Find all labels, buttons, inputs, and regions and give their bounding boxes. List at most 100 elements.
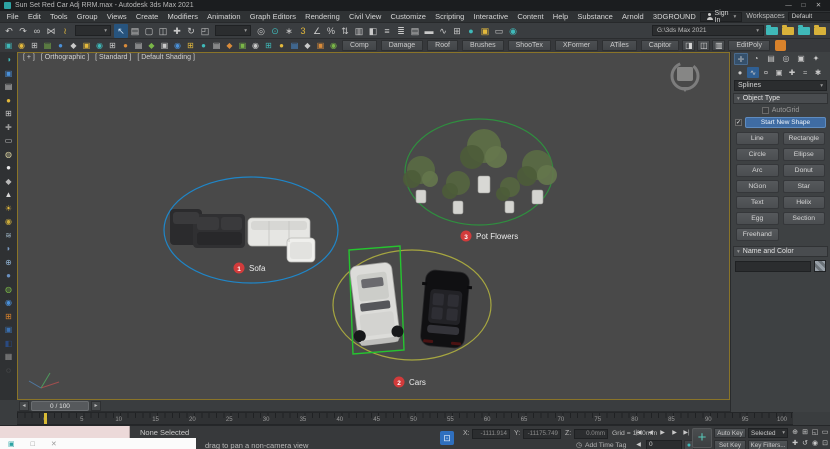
cameras-category[interactable]: ▣	[773, 67, 785, 78]
menu-rendering[interactable]: Rendering	[301, 12, 345, 21]
plugin-orange-icon[interactable]	[775, 40, 786, 51]
white-suv-object[interactable]	[345, 261, 404, 346]
plugin-tool-icon[interactable]: ◆	[301, 40, 314, 52]
maxscript-icon[interactable]: ▣	[8, 440, 15, 448]
left-tool-icon[interactable]: ●	[3, 95, 15, 107]
select-object-icon[interactable]: ↖	[114, 24, 128, 38]
motion-tab[interactable]: ◎	[779, 53, 793, 65]
select-and-rotate-icon[interactable]: ↻	[184, 24, 198, 38]
open-folder-icon[interactable]	[766, 27, 778, 35]
plugin-tool-icon[interactable]: ◉	[171, 40, 184, 52]
plugin-tool-icon[interactable]: ⊞	[28, 40, 41, 52]
plugin-tool-icon[interactable]: ▤	[288, 40, 301, 52]
plugin-tool-icon[interactable]: ◆	[223, 40, 236, 52]
menu-scripting[interactable]: Scripting	[431, 12, 469, 21]
systems-category[interactable]: ✱	[812, 67, 824, 78]
utilities-tab[interactable]: ✦	[809, 53, 823, 65]
play-button[interactable]: ▶	[657, 428, 668, 438]
x-coordinate-field[interactable]: -1111.914	[472, 429, 510, 439]
sign-in-button[interactable]: Sign In ▾	[700, 12, 742, 22]
next-frame-button[interactable]: ▶	[669, 428, 680, 438]
plugin-tool-icon[interactable]: ◆	[145, 40, 158, 52]
workspace-dropdown[interactable]: Default ▾	[788, 12, 830, 21]
plugin-button-atiles[interactable]: ATiles	[602, 40, 637, 51]
black-car-object[interactable]	[417, 269, 473, 349]
viewport[interactable]: [ + ] [ Orthographic ] [ Standard ] [ De…	[17, 52, 730, 400]
isolate-selection-toggle[interactable]: ⊡	[440, 431, 454, 445]
plugin-tool-icon[interactable]: ◉	[249, 40, 262, 52]
add-time-tag[interactable]: ◷ Add Time Tag	[576, 441, 626, 449]
left-tool-icon[interactable]: ⊕	[3, 257, 15, 269]
plugin-tool-icon[interactable]: ◉	[15, 40, 28, 52]
curve-editor-icon[interactable]: ∿	[436, 24, 450, 38]
menu-substance[interactable]: Substance	[573, 12, 618, 21]
viewport-menu-shading[interactable]: [ Default Shading ]	[137, 54, 195, 61]
go-to-start-button[interactable]: |◀	[633, 428, 644, 438]
left-tool-icon[interactable]: ◍	[3, 284, 15, 296]
import-folder-icon[interactable]	[798, 27, 810, 35]
left-tool-icon[interactable]: ⊞	[3, 108, 15, 120]
object-color-swatch[interactable]	[814, 260, 826, 272]
selection-filter-dropdown[interactable]: ▾	[75, 25, 111, 36]
left-tool-icon[interactable]: ▦	[3, 351, 15, 363]
select-and-link-icon[interactable]: ∞	[30, 24, 44, 38]
shape-button-ellipse[interactable]: Ellipse	[783, 148, 826, 161]
menu-group[interactable]: Group	[72, 12, 102, 21]
menu-3dground[interactable]: 3DGROUND	[648, 12, 700, 21]
left-tool-icon[interactable]: ●	[3, 162, 15, 174]
menu-content[interactable]: Content	[513, 12, 548, 21]
time-slider-next-icon[interactable]: ▸	[91, 401, 101, 411]
helpers-category[interactable]: ✚	[786, 67, 798, 78]
shape-button-helix[interactable]: Helix	[783, 196, 826, 209]
viewport-menu-standard[interactable]: [ Standard ]	[95, 54, 131, 61]
left-tool-icon[interactable]: ⊞	[3, 311, 15, 323]
shapes-category[interactable]: ∿	[747, 67, 759, 78]
shape-button-egg[interactable]: Egg	[736, 212, 779, 225]
select-and-manipulate-icon[interactable]: ∗	[282, 24, 296, 38]
orbit-icon[interactable]: ↺	[800, 438, 810, 449]
use-pivot-center-icon[interactable]: ◎	[254, 24, 268, 38]
window-crossing-icon[interactable]: ◫	[156, 24, 170, 38]
project-folder-dropdown[interactable]: G:\3ds Max 2021 ▾	[652, 25, 764, 36]
select-and-place-icon[interactable]: ⊙	[268, 24, 282, 38]
plugin-tool-icon[interactable]: ▣	[158, 40, 171, 52]
left-tool-icon[interactable]: ◗	[3, 243, 15, 255]
named-selection-sets-icon[interactable]: ▥	[352, 24, 366, 38]
left-tool-icon[interactable]: ◆	[3, 176, 15, 188]
menu-animation[interactable]: Animation	[203, 12, 246, 21]
menu-interactive[interactable]: Interactive	[469, 12, 513, 21]
plugin-tool-icon[interactable]: ▤	[210, 40, 223, 52]
plugin-tool-icon[interactable]: ▣	[80, 40, 93, 52]
left-tool-icon[interactable]: ◍	[3, 149, 15, 161]
save-folder-icon[interactable]	[782, 27, 794, 35]
go-to-end-button[interactable]: ▶|	[681, 428, 692, 438]
modify-tab[interactable]: ◔	[749, 53, 763, 65]
undo-icon[interactable]: ↶	[2, 24, 16, 38]
dark-sofa-object[interactable]	[170, 209, 245, 248]
white-sofa-object[interactable]	[248, 218, 315, 262]
select-and-move-icon[interactable]: ✚	[170, 24, 184, 38]
time-slider-handle[interactable]: 0 / 100	[31, 401, 89, 411]
plugin-button-xformer[interactable]: XFormer	[555, 40, 598, 51]
hierarchy-tab[interactable]: ▤	[764, 53, 778, 65]
shape-button-freehand[interactable]: Freehand	[736, 228, 779, 241]
plugin-tool-icon[interactable]: ●	[275, 40, 288, 52]
close-button[interactable]: ✕	[811, 0, 826, 11]
plugin-tool-icon[interactable]: ▣	[236, 40, 249, 52]
menu-tools[interactable]: Tools	[45, 12, 72, 21]
shape-button-text[interactable]: Text	[736, 196, 779, 209]
space-warps-category[interactable]: ≈	[799, 67, 811, 78]
y-coordinate-field[interactable]: -11175.749	[523, 429, 561, 439]
editpoly-button[interactable]: EditPoly	[728, 40, 770, 51]
current-frame-marker[interactable]	[44, 413, 47, 425]
zoom-icon[interactable]: ⊕	[790, 427, 800, 438]
pot-flowers-objects[interactable]	[403, 129, 557, 214]
plugin-tool-icon[interactable]: ◆	[67, 40, 80, 52]
plugin-tool-icon[interactable]: ●	[197, 40, 210, 52]
reference-coordinate-dropdown[interactable]: ▾	[215, 25, 251, 36]
minimize-button[interactable]: —	[781, 0, 796, 11]
plugin-button-shootex[interactable]: ShooTex	[508, 40, 551, 51]
select-by-name-icon[interactable]: ▤	[128, 24, 142, 38]
listener-close-icon[interactable]: ✕	[51, 440, 57, 448]
plugin-box-icon[interactable]: ▥	[712, 40, 725, 51]
